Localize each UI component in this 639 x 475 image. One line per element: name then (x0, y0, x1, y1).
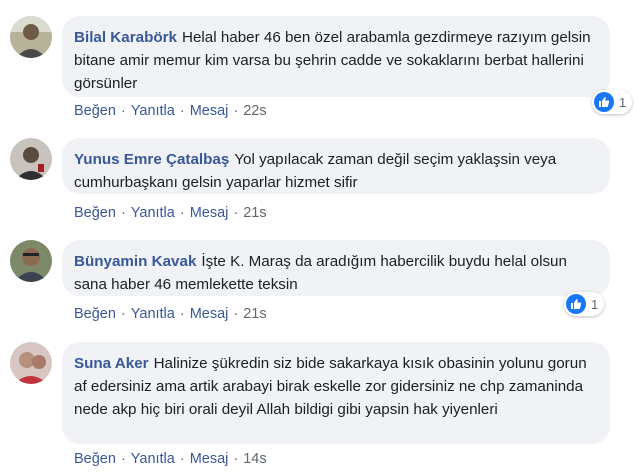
reply-link[interactable]: Yanıtla (131, 306, 175, 322)
reply-link[interactable]: Yanıtla (131, 103, 175, 119)
message-link[interactable]: Mesaj (190, 306, 229, 322)
reaction-count-badge[interactable]: 1 (564, 292, 605, 316)
comment-actions: Beğen · Yanıtla · Mesaj · 14s (74, 451, 267, 467)
comment-bubble: Yunus Emre Çatalbaş Yol yapılacak zaman d… (62, 138, 610, 194)
comment-time[interactable]: 14s (243, 451, 266, 467)
reaction-count: 1 (591, 296, 599, 312)
reply-link[interactable]: Yanıtla (131, 205, 175, 221)
avatar[interactable] (10, 138, 52, 180)
comment-bubble: Bilal Karabörk Helal haber 46 ben özel ar… (62, 16, 610, 97)
message-link[interactable]: Mesaj (190, 451, 229, 467)
reply-link[interactable]: Yanıtla (131, 451, 175, 467)
message-link[interactable]: Mesaj (190, 103, 229, 119)
comment-actions: Beğen · Yanıtla · Mesaj · 21s (74, 306, 267, 322)
comment-time[interactable]: 22s (243, 103, 266, 119)
comment-time[interactable]: 21s (243, 205, 266, 221)
comment-author[interactable]: Bilal Karabörk (74, 29, 177, 46)
like-link[interactable]: Beğen (74, 205, 116, 221)
thumbs-up-icon (566, 294, 586, 314)
like-link[interactable]: Beğen (74, 451, 116, 467)
comment-author[interactable]: Suna Aker (74, 355, 149, 372)
comment-text: Halinize şükredin siz bide sakarkaya kıs… (74, 355, 587, 418)
reaction-count-badge[interactable]: 1 (592, 90, 633, 114)
avatar[interactable] (10, 342, 52, 384)
message-link[interactable]: Mesaj (190, 205, 229, 221)
avatar[interactable] (10, 240, 52, 282)
like-link[interactable]: Beğen (74, 306, 116, 322)
thumbs-up-icon (594, 92, 614, 112)
comment-time[interactable]: 21s (243, 306, 266, 322)
comment-author[interactable]: Bünyamin Kavak (74, 253, 196, 270)
comment-bubble: Suna Aker Halinize şükredin siz bide saka… (62, 342, 610, 444)
comment-actions: Beğen · Yanıtla · Mesaj · 22s (74, 103, 267, 119)
comment-actions: Beğen · Yanıtla · Mesaj · 21s (74, 205, 267, 221)
reaction-count: 1 (619, 94, 627, 110)
like-link[interactable]: Beğen (74, 103, 116, 119)
avatar[interactable] (10, 16, 52, 58)
comment-bubble: Bünyamin Kavak İşte K. Maraş da aradığım … (62, 240, 610, 296)
comment-author[interactable]: Yunus Emre Çatalbaş (74, 151, 229, 168)
